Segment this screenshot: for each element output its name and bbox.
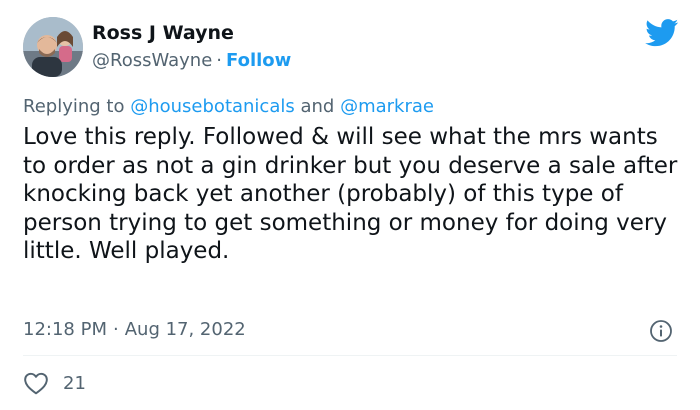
info-icon[interactable] (649, 319, 673, 343)
author-name[interactable]: Ross J Wayne (92, 22, 234, 44)
reply-prefix: Replying to (23, 96, 125, 117)
author-handle[interactable]: @RossWayne (92, 50, 212, 71)
handle-separator: · (216, 50, 223, 71)
timestamp-separator: · (112, 319, 119, 340)
like-button[interactable]: 21 (23, 371, 86, 395)
tweet-time: 12:18 PM (23, 319, 107, 340)
avatar-photo (23, 17, 83, 77)
divider (23, 355, 677, 356)
tweet-text: Love this reply. Followed & will see wha… (23, 124, 678, 264)
avatar[interactable] (23, 17, 83, 77)
tweet-card: Ross J Wayne @RossWayne · Follow Replying … (0, 0, 700, 410)
follow-button[interactable]: Follow (226, 50, 291, 71)
mention-markrae[interactable]: @markrae (340, 96, 434, 117)
reply-context: Replying to @housebotanicals and @markra… (23, 96, 434, 117)
tweet-date: Aug 17, 2022 (124, 319, 246, 340)
heart-icon (24, 372, 48, 395)
like-count: 21 (63, 372, 86, 394)
twitter-bird-icon[interactable] (645, 19, 679, 47)
reply-joiner: and (300, 96, 335, 117)
mention-housebotanicals[interactable]: @housebotanicals (130, 96, 295, 117)
author-meta: @RossWayne · Follow (92, 50, 291, 71)
timestamp-link[interactable]: 12:18 PM · Aug 17, 2022 (23, 319, 246, 340)
